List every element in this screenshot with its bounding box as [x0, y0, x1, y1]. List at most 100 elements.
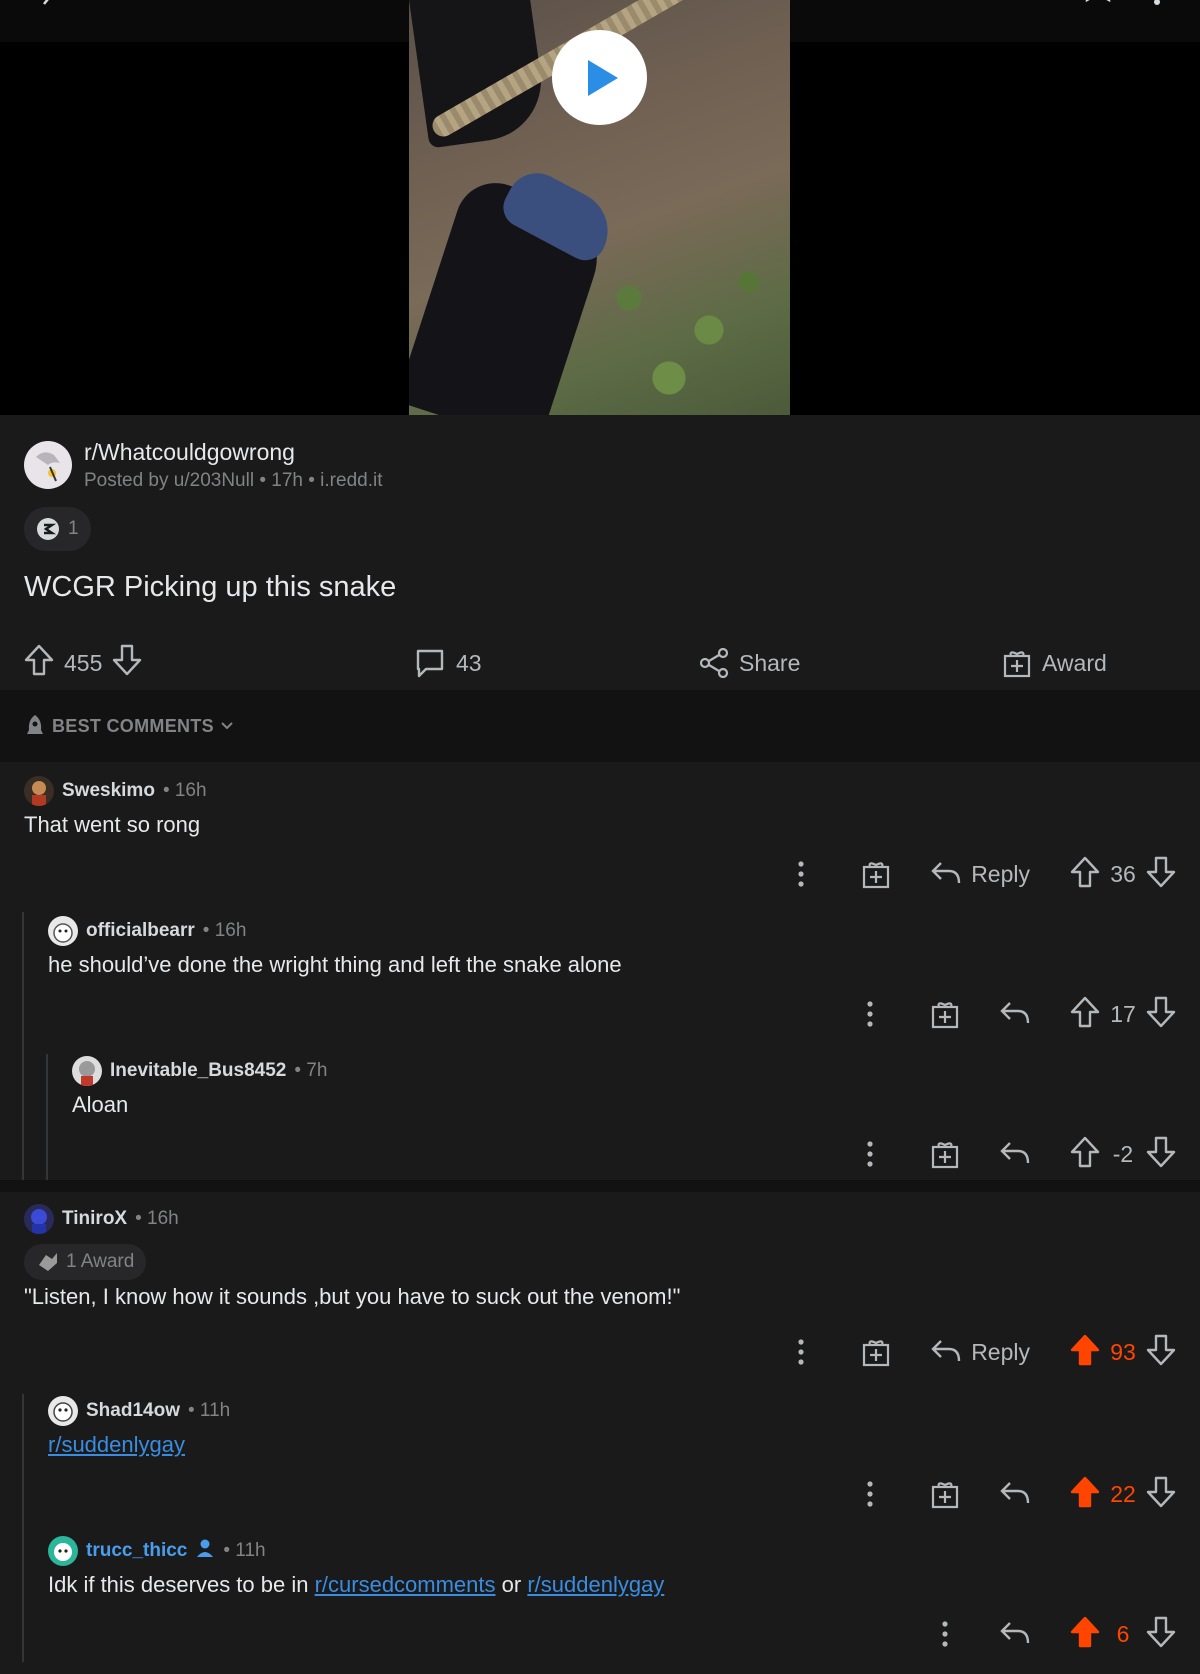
- upvote-active-icon[interactable]: [1070, 1476, 1100, 1513]
- comment-count: 43: [456, 649, 482, 676]
- award-button[interactable]: Award: [1002, 637, 1107, 689]
- comment-vote-group: 36: [1070, 856, 1176, 893]
- more-options-icon[interactable]: [925, 1621, 965, 1647]
- comment-score: 36: [1110, 860, 1136, 887]
- rocket-icon: [27, 715, 43, 734]
- comment-username[interactable]: TiniroX: [62, 1208, 127, 1230]
- upvote-active-icon[interactable]: [1070, 1616, 1100, 1653]
- comments-button[interactable]: 43: [414, 637, 482, 689]
- user-avatar[interactable]: [72, 1056, 102, 1086]
- downvote-icon[interactable]: [1146, 856, 1176, 893]
- reply-button[interactable]: [1000, 1001, 1030, 1027]
- downvote-icon[interactable]: [1146, 996, 1176, 1033]
- user-avatar[interactable]: [48, 1396, 78, 1426]
- reply-button[interactable]: Reply: [931, 1339, 1030, 1366]
- post-vote-group: 455: [24, 637, 142, 689]
- comment-text: or: [495, 1572, 528, 1597]
- upvote-icon[interactable]: [1070, 996, 1100, 1033]
- chevron-down-icon: [221, 722, 233, 730]
- comment-username[interactable]: Sweskimo: [62, 780, 155, 802]
- reply-label: Reply: [971, 1338, 1030, 1365]
- more-options-icon[interactable]: [781, 1339, 821, 1365]
- comment-actions: Reply 93: [781, 1332, 1176, 1372]
- more-options-icon[interactable]: [850, 1141, 890, 1167]
- gift-icon[interactable]: [925, 1479, 965, 1509]
- reply-button[interactable]: Reply: [931, 861, 1030, 888]
- gift-icon[interactable]: [925, 999, 965, 1029]
- reply-button[interactable]: [1000, 1141, 1030, 1167]
- bookmark-icon[interactable]: [1084, 0, 1112, 17]
- op-person-icon: [195, 1538, 215, 1564]
- comment-actions: -2: [850, 1134, 1176, 1174]
- comment-text: Idk if this deserves to be in: [48, 1572, 315, 1597]
- comment-time: • 11h: [223, 1540, 266, 1561]
- reply-button[interactable]: [1000, 1481, 1030, 1507]
- gift-icon[interactable]: [856, 859, 896, 889]
- post-meta[interactable]: Posted by u/203Null • 17h • i.redd.it: [84, 470, 382, 492]
- subreddit-link[interactable]: r/suddenlygay: [527, 1572, 664, 1597]
- user-avatar[interactable]: [48, 1536, 78, 1566]
- comment-icon: [416, 649, 444, 678]
- downvote-icon[interactable]: [1146, 1136, 1176, 1173]
- user-avatar[interactable]: [48, 916, 78, 946]
- back-icon[interactable]: [38, 0, 62, 21]
- video-player[interactable]: [0, 0, 1200, 415]
- comment-vote-group: 17: [1070, 996, 1176, 1033]
- comment-username[interactable]: Inevitable_Bus8452: [110, 1060, 286, 1082]
- comment-actions: 22: [850, 1474, 1176, 1514]
- comment-time: • 16h: [135, 1208, 179, 1229]
- share-button[interactable]: Share: [699, 637, 800, 689]
- more-options-icon[interactable]: [781, 861, 821, 887]
- gift-icon[interactable]: [856, 1337, 896, 1367]
- comment-time: • 11h: [187, 1400, 231, 1421]
- gift-icon: [1003, 651, 1031, 678]
- comment-score: 93: [1110, 1338, 1136, 1365]
- comment-actions: Reply 36: [781, 854, 1176, 894]
- comment-body: r/suddenlygay: [48, 1432, 185, 1458]
- comment-body: Idk if this deserves to be in r/cursedco…: [48, 1572, 664, 1598]
- award-chip-label: 1 Award: [66, 1251, 135, 1272]
- upvote-icon[interactable]: [1070, 1136, 1100, 1173]
- downvote-icon[interactable]: [1146, 1334, 1176, 1371]
- downvote-icon[interactable]: [1146, 1616, 1176, 1653]
- more-options-icon[interactable]: [850, 1001, 890, 1027]
- downvote-icon[interactable]: [112, 644, 142, 682]
- comment: Inevitable_Bus8452 • 7h Aloan -2: [0, 1042, 1200, 1180]
- user-avatar[interactable]: [24, 776, 54, 806]
- reply-icon: [931, 862, 961, 884]
- subreddit-avatar[interactable]: [24, 441, 72, 489]
- comment-time: • 16h: [202, 920, 247, 941]
- comment: officialbearr • 16h he should’ve done th…: [0, 902, 1200, 1042]
- comment-username[interactable]: officialbearr: [86, 920, 195, 942]
- gift-icon[interactable]: [925, 1139, 965, 1169]
- user-avatar[interactable]: [24, 1204, 54, 1234]
- upvote-icon[interactable]: [24, 644, 54, 682]
- subreddit-name[interactable]: r/Whatcouldgowrong: [84, 439, 295, 466]
- reply-icon: [1000, 1142, 1030, 1164]
- subreddit-link[interactable]: r/suddenlygay: [48, 1432, 185, 1457]
- comments-list: Sweskimo • 16h That went so rong Reply 3…: [0, 762, 1200, 1674]
- comment-thread: Sweskimo • 16h That went so rong Reply 3…: [0, 762, 1200, 1180]
- comment-vote-group: 6: [1070, 1616, 1176, 1653]
- play-button[interactable]: [552, 30, 647, 125]
- comment-award-chip[interactable]: 1 Award: [24, 1244, 147, 1280]
- comment: Sweskimo • 16h That went so rong Reply 3…: [0, 762, 1200, 902]
- upvote-icon[interactable]: [1070, 856, 1100, 893]
- comment-username-op[interactable]: trucc_thicc: [86, 1540, 187, 1562]
- comment-sort-dropdown[interactable]: BEST COMMENTS: [24, 714, 234, 738]
- comment-score: 17: [1110, 1000, 1136, 1027]
- play-icon: [588, 60, 618, 96]
- more-options-icon[interactable]: [850, 1481, 890, 1507]
- subreddit-link[interactable]: r/cursedcomments: [315, 1572, 496, 1597]
- post-award-chip[interactable]: 1: [24, 507, 91, 551]
- reply-button[interactable]: [1000, 1621, 1030, 1647]
- downvote-icon[interactable]: [1146, 1476, 1176, 1513]
- comment: Shad14ow • 11h r/suddenlygay 22: [0, 1382, 1200, 1522]
- comment-body: Aloan: [72, 1092, 129, 1117]
- upvote-active-icon[interactable]: [1070, 1334, 1100, 1371]
- more-icon[interactable]: [1152, 0, 1162, 13]
- comment-vote-group: -2: [1070, 1136, 1176, 1173]
- reply-icon: [1000, 1622, 1030, 1644]
- comment-username[interactable]: Shad14ow: [86, 1400, 180, 1422]
- comment-body: "Listen, I know how it sounds ,but you h…: [24, 1284, 681, 1309]
